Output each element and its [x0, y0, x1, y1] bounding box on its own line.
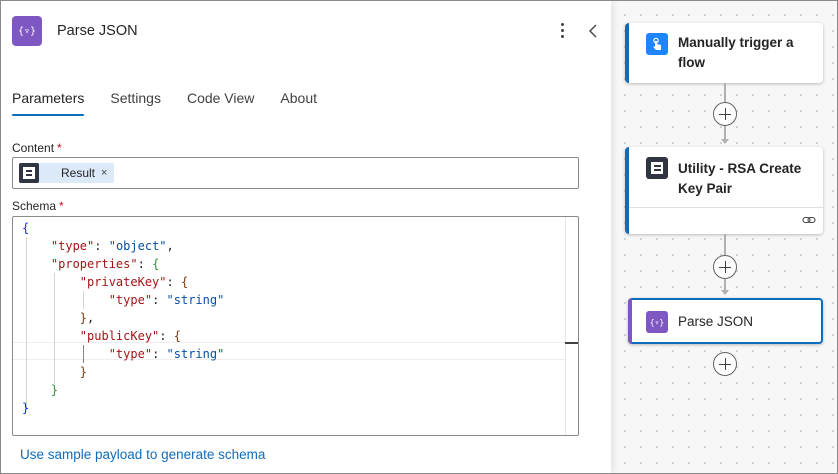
tab-code-view[interactable]: Code View [187, 89, 254, 119]
token-label: Result [61, 166, 96, 180]
app-frame: {▿} Parse JSON Parameters Settings Code … [0, 0, 838, 474]
more-options-icon[interactable] [555, 20, 569, 40]
node-manual-trigger[interactable]: Manually trigger a flow [625, 23, 823, 83]
schema-label: Schema * [12, 199, 64, 213]
add-step-button[interactable] [713, 255, 737, 279]
scrollbar-cursor-marker [565, 342, 578, 344]
node-title: Parse JSON [678, 314, 754, 329]
schema-code[interactable]: { "type": "object", "properties": { "pri… [13, 217, 565, 435]
tab-settings[interactable]: Settings [110, 89, 161, 119]
tab-about[interactable]: About [280, 89, 317, 119]
tab-list: Parameters Settings Code View About [12, 89, 343, 119]
node-title: Manually trigger a flow [678, 35, 794, 70]
generate-schema-link[interactable]: Use sample payload to generate schema [20, 447, 265, 462]
touch-icon [646, 33, 668, 55]
required-marker: * [59, 199, 64, 213]
content-label: Content * [12, 141, 62, 155]
remove-token-icon[interactable]: × [101, 167, 107, 179]
panel-header: {▿} Parse JSON [12, 15, 138, 47]
dynamic-content-token[interactable]: Result × [19, 163, 114, 183]
node-parse-json[interactable]: {▿} Parse JSON [628, 298, 823, 344]
add-step-button[interactable] [713, 102, 737, 126]
content-input[interactable]: Result × [12, 157, 579, 189]
tab-parameters[interactable]: Parameters [12, 89, 85, 119]
link-icon[interactable] [802, 213, 816, 231]
utility-icon [646, 157, 668, 179]
parse-json-icon: {▿} [12, 16, 42, 46]
add-step-button[interactable] [713, 352, 737, 376]
editor-scrollbar[interactable] [565, 217, 578, 435]
action-config-panel: {▿} Parse JSON Parameters Settings Code … [1, 1, 611, 473]
panel-title: Parse JSON [57, 23, 138, 39]
node-rsa-create-key-pair[interactable]: Utility - RSA Create Key Pair [625, 147, 823, 234]
schema-editor[interactable]: { "type": "object", "properties": { "pri… [12, 216, 579, 436]
collapse-panel-icon[interactable] [586, 21, 600, 41]
parse-json-icon: {▿} [646, 311, 668, 333]
node-title: Utility - RSA Create Key Pair [678, 161, 802, 196]
flow-canvas[interactable]: Manually trigger a flow Utility - RSA Cr… [611, 1, 837, 473]
utility-icon [19, 163, 39, 183]
required-marker: * [57, 141, 62, 155]
